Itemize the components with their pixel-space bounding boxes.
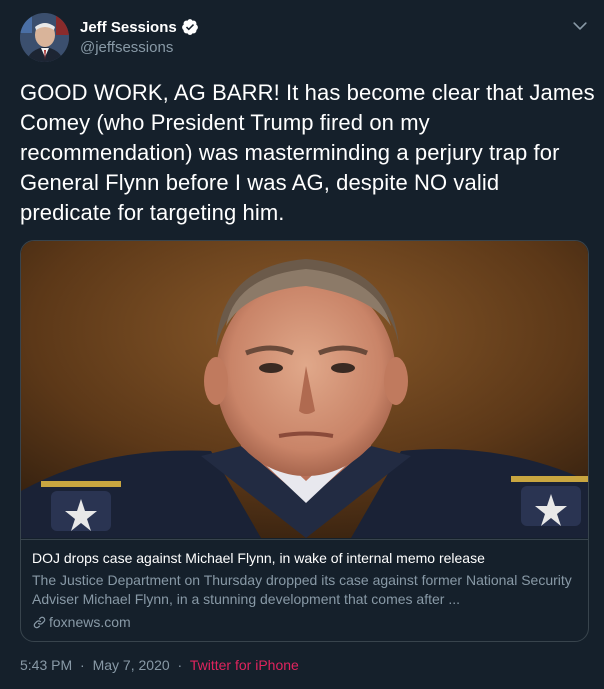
tweet-meta: 5:43 PM · May 7, 2020 · Twitter for iPho… <box>20 657 299 673</box>
tweet-date[interactable]: May 7, 2020 <box>93 657 170 673</box>
meta-separator: · <box>80 657 85 673</box>
meta-separator: · <box>177 657 183 673</box>
avatar[interactable] <box>20 13 69 62</box>
tweet-text: GOOD WORK, AG BARR! It has become clear … <box>20 80 595 225</box>
card-title: DOJ drops case against Michael Flynn, in… <box>32 550 485 566</box>
tweet-source[interactable]: Twitter for iPhone <box>190 657 299 673</box>
card-domain-text: foxnews.com <box>49 614 131 630</box>
handle[interactable]: @jeffsessions <box>80 39 199 56</box>
link-icon <box>33 616 46 629</box>
card-photo <box>21 241 588 538</box>
tweet: Jeff Sessions @jeffsessions GOOD WORK, A… <box>0 0 604 689</box>
card-body: DOJ drops case against Michael Flynn, in… <box>21 539 588 641</box>
verified-badge-icon <box>181 19 198 35</box>
card-image <box>21 241 588 538</box>
tweet-time[interactable]: 5:43 PM <box>20 657 72 673</box>
avatar-image <box>20 13 69 62</box>
display-name[interactable]: Jeff Sessions <box>80 19 177 36</box>
tweet-header: Jeff Sessions @jeffsessions <box>80 16 199 56</box>
link-card[interactable]: DOJ drops case against Michael Flynn, in… <box>20 240 589 642</box>
card-domain: foxnews.com <box>32 613 131 632</box>
card-description: The Justice Department on Thursday dropp… <box>32 572 572 607</box>
chevron-down-icon[interactable] <box>570 16 590 36</box>
name-row: Jeff Sessions <box>80 16 199 38</box>
